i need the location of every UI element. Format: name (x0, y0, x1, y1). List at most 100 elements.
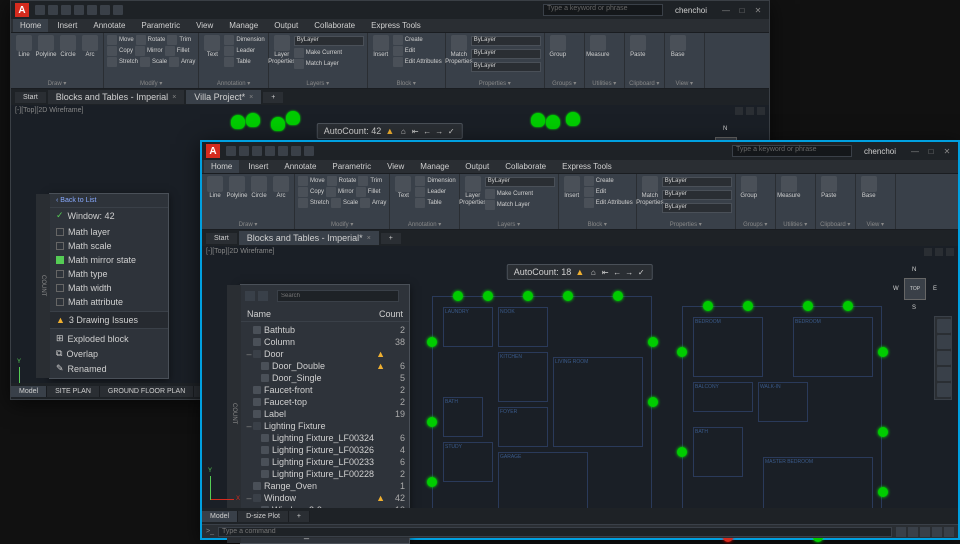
line-button[interactable]: Line (205, 176, 225, 208)
close-icon[interactable]: × (249, 94, 253, 101)
rotate-icon[interactable] (136, 35, 146, 45)
text-button[interactable]: Text (393, 176, 413, 208)
minimize-button[interactable]: — (719, 5, 733, 15)
match-properties-button[interactable]: Match Properties (640, 176, 660, 208)
close-button[interactable]: ✕ (751, 5, 765, 15)
panel-title[interactable]: Properties ▾ (449, 79, 541, 87)
issue-row[interactable]: ⊞Exploded block (50, 331, 168, 346)
measure-button[interactable]: Measure (779, 176, 799, 208)
add-layout-button[interactable]: + (289, 511, 310, 522)
viewport-controls[interactable] (924, 248, 954, 256)
checkbox[interactable] (56, 228, 64, 236)
layout-tab[interactable]: SITE PLAN (47, 386, 100, 397)
first-icon[interactable]: ⇤ (600, 267, 610, 277)
issue-row[interactable]: ✎Renamed (50, 361, 168, 376)
close-icon[interactable]: × (172, 94, 176, 101)
expand-toggle[interactable]: – (245, 493, 253, 503)
viewport-label[interactable]: [-][Top][2D Wireframe] (15, 107, 83, 114)
checkbox[interactable] (56, 284, 64, 292)
block-row[interactable]: Bathtub2 (241, 324, 409, 336)
match-layer-icon[interactable] (294, 59, 304, 69)
panel-title[interactable]: Layers ▾ (272, 79, 364, 87)
edit-attr-icon[interactable] (393, 57, 403, 67)
app-logo[interactable]: A (206, 144, 220, 158)
quick-access-toolbar[interactable] (226, 146, 314, 156)
block-row[interactable]: Faucet-front2 (241, 384, 409, 396)
doc-tab-0[interactable]: Blocks and Tables - Imperial× (48, 90, 184, 104)
leader-icon[interactable] (224, 46, 234, 56)
status-icon[interactable] (896, 527, 906, 537)
text-button[interactable]: Text (202, 35, 222, 67)
prev-icon[interactable]: ← (612, 267, 622, 277)
base-button[interactable]: Base (668, 35, 688, 67)
tab-parametric[interactable]: Parametric (134, 19, 187, 32)
tab-parametric[interactable]: Parametric (325, 160, 378, 173)
tab-home[interactable]: Home (204, 160, 239, 173)
block-row[interactable]: Faucet-top2 (241, 396, 409, 408)
autocount-toolbar[interactable]: AutoCount: 18 ▲ ⌂ ⇤ ← → ✓ (507, 264, 653, 280)
command-input[interactable] (218, 527, 892, 537)
model-tab[interactable]: Model (202, 511, 238, 522)
block-row[interactable]: Window_2-72 (241, 540, 409, 542)
block-row[interactable]: Lighting Fixture_LF003264 (241, 444, 409, 456)
polyline-button[interactable]: Polyline (227, 176, 247, 208)
tab-express[interactable]: Express Tools (555, 160, 619, 173)
check-icon[interactable]: ✓ (636, 267, 646, 277)
copy-icon[interactable] (107, 46, 117, 56)
array-icon[interactable] (169, 57, 179, 67)
username[interactable]: chenchoi (675, 6, 707, 15)
palette-title-strip[interactable]: COUNT (36, 194, 50, 378)
layer-properties-button[interactable]: Layer Properties (272, 35, 292, 67)
drawing-canvas[interactable]: [-][Top][2D Wireframe] AutoCount: 18 ▲ ⌂… (202, 246, 958, 508)
paste-button[interactable]: Paste (628, 35, 648, 67)
make-current-icon[interactable] (294, 48, 304, 58)
insert-button[interactable]: Insert (371, 35, 391, 67)
tab-annotate[interactable]: Annotate (86, 19, 132, 32)
start-tab[interactable]: Start (15, 92, 46, 103)
panel-title[interactable]: Block ▾ (371, 79, 442, 87)
block-row[interactable]: Door_Single5 (241, 372, 409, 384)
viewport-label[interactable]: [-][Top][2D Wireframe] (206, 248, 274, 255)
tab-collaborate[interactable]: Collaborate (307, 19, 362, 32)
search-box[interactable]: Type a keyword or phrase (732, 145, 852, 157)
new-tab-button[interactable]: + (381, 233, 401, 244)
next-icon[interactable]: → (624, 267, 634, 277)
tab-home[interactable]: Home (13, 19, 48, 32)
match-option[interactable]: Math type (50, 267, 168, 281)
paste-button[interactable]: Paste (819, 176, 839, 208)
tab-view[interactable]: View (189, 19, 220, 32)
block-row[interactable]: –Door▲ (241, 348, 409, 360)
match-option[interactable]: Math attribute (50, 295, 168, 309)
viewport-controls[interactable] (735, 107, 765, 115)
close-icon[interactable]: × (367, 235, 371, 242)
status-icon[interactable] (932, 527, 942, 537)
ucs-icon[interactable]: XY (210, 470, 240, 500)
panel-title[interactable]: View ▾ (668, 79, 701, 87)
block-row[interactable]: Door_Double▲6 (241, 360, 409, 372)
palette-title-strip[interactable]: COUNT (227, 285, 241, 543)
linetype-dropdown[interactable]: ByLayer (471, 62, 541, 72)
circle-button[interactable]: Circle (249, 176, 269, 208)
prev-icon[interactable]: ← (422, 126, 432, 136)
panel-title[interactable]: Groups ▾ (548, 79, 581, 87)
layer-dropdown[interactable]: ByLayer (294, 36, 364, 46)
tab-output[interactable]: Output (458, 160, 496, 173)
viewcube[interactable]: NSEW TOP (897, 271, 933, 307)
col-name[interactable]: Name (247, 309, 379, 319)
layout-tab[interactable]: GROUND FLOOR PLAN (100, 386, 194, 397)
minimize-button[interactable]: — (908, 146, 922, 156)
first-icon[interactable]: ⇤ (410, 126, 420, 136)
edit-icon[interactable] (393, 46, 403, 56)
color-dropdown[interactable]: ByLayer (471, 36, 541, 46)
quick-access-toolbar[interactable] (35, 5, 123, 15)
col-count[interactable]: Count (379, 309, 403, 319)
close-button[interactable]: ✕ (940, 146, 954, 156)
mirror-icon[interactable] (135, 46, 145, 56)
expand-toggle[interactable]: – (245, 421, 253, 431)
group-button[interactable]: Group (548, 35, 568, 67)
table-icon[interactable] (224, 57, 234, 67)
group-button[interactable]: Group (739, 176, 759, 208)
maximize-button[interactable]: □ (735, 5, 749, 15)
block-row[interactable]: Lighting Fixture_LF002336 (241, 456, 409, 468)
layout-tab[interactable]: D-size Plot (238, 511, 289, 522)
